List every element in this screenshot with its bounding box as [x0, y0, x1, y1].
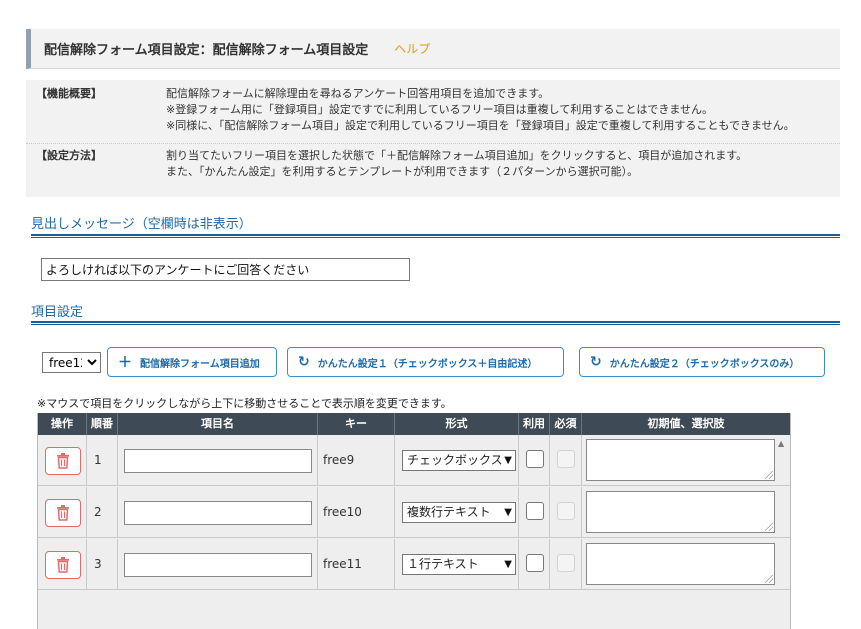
header-use: 利用	[519, 413, 550, 435]
header-key: キー	[318, 413, 395, 435]
items-section-title: 項目設定	[31, 305, 84, 320]
item-name-input[interactable]	[124, 449, 312, 473]
initial-value-textarea[interactable]	[586, 491, 775, 533]
resize-grip[interactable]	[765, 523, 773, 531]
format-value: １行テキスト	[407, 557, 479, 571]
easy-setting-1-label: かんたん設定１（チェックボックス＋自由記述）	[317, 358, 538, 370]
resize-grip[interactable]	[765, 471, 773, 479]
chevron-down-icon: ▼	[504, 559, 512, 570]
header-required: 必須	[550, 413, 582, 435]
trash-icon	[57, 557, 69, 573]
heading-message-input[interactable]	[41, 258, 410, 281]
resize-grip[interactable]	[765, 575, 773, 583]
chevron-down-icon: ▼	[504, 455, 512, 466]
item-key: free10	[323, 505, 362, 519]
initial-value-textarea[interactable]	[586, 439, 775, 481]
format-value: チェックボックス	[407, 453, 503, 467]
table-header: 操作 順番 項目名 キー 形式 利用 必須 初期値、選択肢	[38, 413, 790, 435]
method-line: 割り当てたいフリー項目を選択した状態で「＋配信解除フォーム項目追加」をクリックす…	[166, 149, 748, 162]
delete-button[interactable]	[45, 551, 81, 579]
order-number: 2	[94, 505, 102, 519]
section-divider	[31, 321, 840, 325]
easy-setting-1-button[interactable]: ↻ かんたん設定１（チェックボックス＋自由記述）	[287, 347, 564, 377]
required-checkbox	[557, 554, 575, 572]
plus-icon: ＋	[118, 355, 132, 371]
refresh-icon: ↻	[590, 354, 602, 370]
use-checkbox[interactable]	[526, 554, 544, 572]
op-cell	[38, 487, 87, 538]
order-number: 3	[94, 557, 102, 571]
section-divider	[31, 234, 840, 238]
table-row[interactable]: 2 free10 複数行テキスト ▼	[38, 487, 790, 538]
order-cell	[87, 539, 118, 590]
function-description: 配信解除フォームに解除理由を尋ねるアンケート回答用項目を追加できます。 ※登録フ…	[166, 86, 795, 134]
help-link[interactable]: ヘルプ	[394, 40, 430, 57]
use-checkbox[interactable]	[526, 502, 544, 520]
page-header: 配信解除フォーム項目設定：配信解除フォーム項目設定 ヘルプ	[26, 29, 840, 69]
chevron-down-icon: ▼	[504, 507, 512, 518]
header-format: 形式	[395, 413, 519, 435]
format-select[interactable]: チェックボックス ▼	[402, 450, 516, 471]
method-line: また、「かんたん設定」を利用するとテンプレートが利用できます（２パターンから選択…	[166, 165, 639, 178]
trash-icon	[57, 453, 69, 469]
method-label: 【設定方法】	[36, 149, 102, 162]
trash-icon	[57, 505, 69, 521]
refresh-icon: ↻	[298, 354, 310, 370]
items-table: 操作 順番 項目名 キー 形式 利用 必須 初期値、選択肢 1 free9 チェ…	[37, 413, 791, 629]
item-name-input[interactable]	[124, 553, 312, 577]
order-cell	[87, 487, 118, 538]
table-row[interactable]: 1 free9 チェックボックス ▼	[38, 435, 790, 486]
overview-box: 【機能概要】 配信解除フォームに解除理由を尋ねるアンケート回答用項目を追加できま…	[26, 80, 840, 197]
header-initial: 初期値、選択肢	[647, 417, 725, 430]
method-description: 割り当てたいフリー項目を選択した状態で「＋配信解除フォーム項目追加」をクリックす…	[166, 148, 747, 180]
overview-function-row: 【機能概要】 配信解除フォームに解除理由を尋ねるアンケート回答用項目を追加できま…	[26, 86, 840, 144]
add-button-label: 配信解除フォーム項目追加	[140, 358, 260, 370]
required-checkbox	[557, 450, 575, 468]
header-op: 操作	[38, 413, 87, 435]
item-key: free9	[323, 453, 355, 467]
order-number: 1	[94, 453, 102, 467]
overview-method-row: 【設定方法】 割り当てたいフリー項目を選択した状態で「＋配信解除フォーム項目追加…	[26, 148, 840, 192]
function-label: 【機能概要】	[36, 87, 102, 100]
reorder-note: ※マウスで項目をクリックしながら上下に移動させることで表示順を変更できます。	[37, 397, 452, 410]
free-item-select[interactable]: free12	[42, 352, 101, 373]
header-name: 項目名	[118, 413, 318, 435]
use-checkbox[interactable]	[526, 450, 544, 468]
item-key: free11	[323, 557, 362, 571]
page-title: 配信解除フォーム項目設定：配信解除フォーム項目設定	[44, 43, 369, 58]
function-line: ※登録フォーム用に「登録項目」設定ですでに利用しているフリー項目は重複して利用す…	[166, 103, 714, 116]
delete-button[interactable]	[45, 499, 81, 527]
scroll-up-icon[interactable]: ▲	[778, 439, 784, 448]
heading-section-title: 見出しメッセージ（空欄時は非表示）	[31, 217, 252, 232]
function-line: 配信解除フォームに解除理由を尋ねるアンケート回答用項目を追加できます。	[166, 87, 550, 100]
easy-setting-2-button[interactable]: ↻ かんたん設定２（チェックボックスのみ）	[579, 347, 825, 377]
op-cell	[38, 539, 87, 590]
required-checkbox	[557, 502, 575, 520]
item-name-input[interactable]	[124, 501, 312, 525]
header-order: 順番	[87, 413, 118, 435]
table-row[interactable]: 3 free11 １行テキスト ▼	[38, 539, 790, 590]
order-cell	[87, 435, 118, 486]
format-value: 複数行テキスト	[407, 505, 491, 519]
format-select[interactable]: 複数行テキスト ▼	[402, 502, 516, 523]
delete-button[interactable]	[45, 447, 81, 475]
initial-value-textarea[interactable]	[586, 543, 775, 585]
op-cell	[38, 435, 87, 486]
easy-setting-2-label: かんたん設定２（チェックボックスのみ）	[609, 358, 800, 370]
format-select[interactable]: １行テキスト ▼	[402, 554, 516, 575]
function-line: ※同様に、「配信解除フォーム項目」設定で利用しているフリー項目を「登録項目」設定…	[166, 119, 795, 132]
add-unsubscribe-item-button[interactable]: ＋ 配信解除フォーム項目追加	[107, 347, 277, 377]
